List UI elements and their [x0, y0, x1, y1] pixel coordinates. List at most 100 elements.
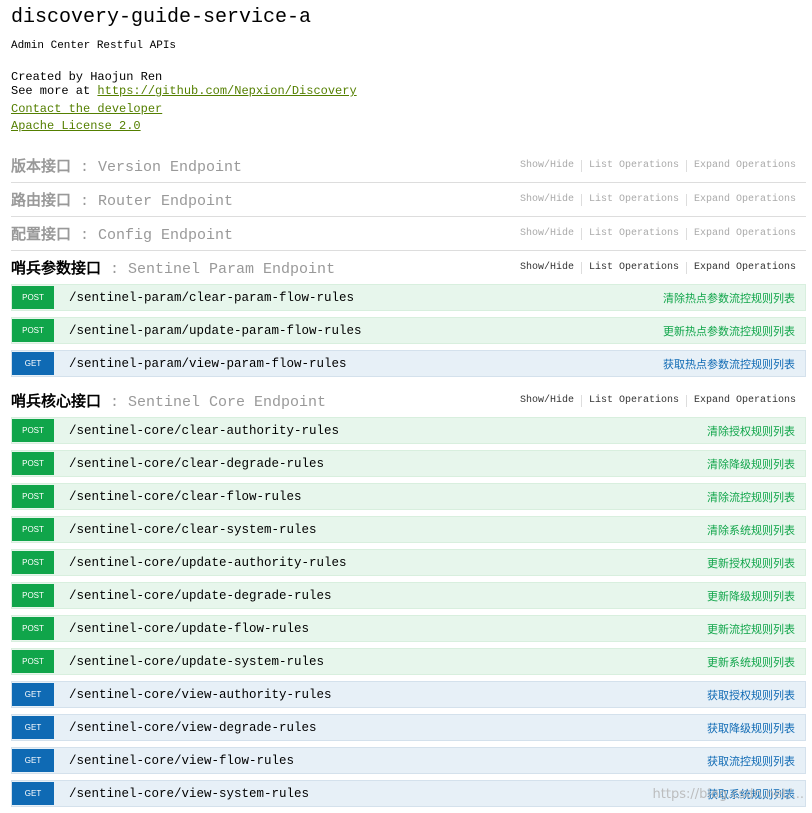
- api-title: discovery-guide-service-a: [11, 6, 312, 29]
- resource-operations-links: Show/Hide List Operations Expand Operati…: [520, 149, 796, 182]
- operation-path[interactable]: /sentinel-core/clear-authority-rules: [69, 424, 339, 438]
- operation-path[interactable]: /sentinel-core/clear-system-rules: [69, 523, 317, 537]
- operation-row[interactable]: POST /sentinel-core/clear-degrade-rules …: [11, 450, 806, 477]
- list-operations-link[interactable]: List Operations: [589, 395, 679, 406]
- expand-operations-link[interactable]: Expand Operations: [694, 194, 796, 205]
- operation-row[interactable]: GET /sentinel-core/view-authority-rules …: [11, 681, 806, 708]
- operation-path[interactable]: /sentinel-core/view-flow-rules: [69, 754, 294, 768]
- operation-row[interactable]: POST /sentinel-param/update-param-flow-r…: [11, 317, 806, 344]
- github-link[interactable]: https://github.com/Nepxion/Discovery: [97, 84, 356, 98]
- contact-developer-link[interactable]: Contact the developer: [11, 101, 801, 118]
- list-operations-link[interactable]: List Operations: [589, 228, 679, 239]
- operations-list: POST /sentinel-core/clear-authority-rule…: [11, 417, 806, 807]
- operation-summary[interactable]: 获取授权规则列表: [707, 687, 795, 703]
- operation-row[interactable]: POST /sentinel-core/clear-system-rules 清…: [11, 516, 806, 543]
- resource-sentinel-param-endpoint: 哨兵参数接口 : Sentinel Param Endpoint Show/Hi…: [11, 251, 806, 383]
- operation-path[interactable]: /sentinel-param/clear-param-flow-rules: [69, 291, 354, 305]
- http-method-badge[interactable]: GET: [12, 716, 54, 739]
- resource-header: 配置接口 : Config Endpoint Show/Hide List Op…: [11, 217, 806, 251]
- operation-summary[interactable]: 更新流控规则列表: [707, 621, 795, 637]
- http-method-badge[interactable]: POST: [12, 452, 54, 475]
- resource-sentinel-core-endpoint: 哨兵核心接口 : Sentinel Core Endpoint Show/Hid…: [11, 384, 806, 813]
- operation-summary[interactable]: 清除热点参数流控规则列表: [663, 290, 795, 306]
- operation-path[interactable]: /sentinel-param/update-param-flow-rules: [69, 324, 362, 338]
- operation-summary[interactable]: 清除系统规则列表: [707, 522, 795, 538]
- operation-summary[interactable]: 更新授权规则列表: [707, 555, 795, 571]
- http-method-badge[interactable]: POST: [12, 617, 54, 640]
- show-hide-link[interactable]: Show/Hide: [520, 262, 574, 273]
- operation-path[interactable]: /sentinel-core/view-system-rules: [69, 787, 309, 801]
- operation-summary[interactable]: 获取热点参数流控规则列表: [663, 356, 795, 372]
- http-method-badge[interactable]: GET: [12, 782, 54, 805]
- resource-title[interactable]: 版本接口 : Version Endpoint: [11, 155, 242, 176]
- http-method-badge[interactable]: POST: [12, 319, 54, 342]
- operation-summary[interactable]: 更新降级规则列表: [707, 588, 795, 604]
- operation-row[interactable]: GET /sentinel-core/view-degrade-rules 获取…: [11, 714, 806, 741]
- operation-path[interactable]: /sentinel-core/update-flow-rules: [69, 622, 309, 636]
- http-method-badge[interactable]: POST: [12, 650, 54, 673]
- http-method-badge[interactable]: POST: [12, 584, 54, 607]
- resource-config-endpoint: 配置接口 : Config Endpoint Show/Hide List Op…: [11, 217, 806, 251]
- operation-summary[interactable]: 获取系统规则列表: [707, 786, 795, 802]
- operation-path[interactable]: /sentinel-core/update-system-rules: [69, 655, 324, 669]
- operation-path[interactable]: /sentinel-core/update-authority-rules: [69, 556, 347, 570]
- expand-operations-link[interactable]: Expand Operations: [694, 228, 796, 239]
- operation-row[interactable]: POST /sentinel-param/clear-param-flow-ru…: [11, 284, 806, 311]
- operation-summary[interactable]: 清除降级规则列表: [707, 456, 795, 472]
- operation-path[interactable]: /sentinel-core/update-degrade-rules: [69, 589, 332, 603]
- operation-summary[interactable]: 获取降级规则列表: [707, 720, 795, 736]
- operation-path[interactable]: /sentinel-core/clear-flow-rules: [69, 490, 302, 504]
- resource-operations-links: Show/Hide List Operations Expand Operati…: [520, 384, 796, 417]
- http-method-badge[interactable]: GET: [12, 683, 54, 706]
- http-method-badge[interactable]: GET: [12, 352, 54, 375]
- http-method-badge[interactable]: POST: [12, 518, 54, 541]
- list-operations-link[interactable]: List Operations: [589, 262, 679, 273]
- operation-row[interactable]: POST /sentinel-core/update-degrade-rules…: [11, 582, 806, 609]
- operation-summary[interactable]: 获取流控规则列表: [707, 753, 795, 769]
- operation-row[interactable]: GET /sentinel-core/view-system-rules 获取系…: [11, 780, 806, 807]
- operation-row[interactable]: POST /sentinel-core/update-authority-rul…: [11, 549, 806, 576]
- operation-path[interactable]: /sentinel-core/view-authority-rules: [69, 688, 332, 702]
- show-hide-link[interactable]: Show/Hide: [520, 194, 574, 205]
- operations-list: POST /sentinel-param/clear-param-flow-ru…: [11, 284, 806, 377]
- license-link[interactable]: Apache License 2.0: [11, 118, 801, 135]
- operation-summary[interactable]: 清除授权规则列表: [707, 423, 795, 439]
- show-hide-link[interactable]: Show/Hide: [520, 160, 574, 171]
- operation-row[interactable]: POST /sentinel-core/clear-flow-rules 清除流…: [11, 483, 806, 510]
- list-operations-link[interactable]: List Operations: [589, 160, 679, 171]
- operation-path[interactable]: /sentinel-param/view-param-flow-rules: [69, 357, 347, 371]
- operation-row[interactable]: GET /sentinel-param/view-param-flow-rule…: [11, 350, 806, 377]
- http-method-badge[interactable]: POST: [12, 551, 54, 574]
- http-method-badge[interactable]: POST: [12, 419, 54, 442]
- expand-operations-link[interactable]: Expand Operations: [694, 160, 796, 171]
- operation-summary[interactable]: 清除流控规则列表: [707, 489, 795, 505]
- resource-header: 路由接口 : Router Endpoint Show/Hide List Op…: [11, 183, 806, 217]
- resource-operations-links: Show/Hide List Operations Expand Operati…: [520, 217, 796, 250]
- resource-header: 哨兵参数接口 : Sentinel Param Endpoint Show/Hi…: [11, 251, 806, 284]
- operation-row[interactable]: POST /sentinel-core/clear-authority-rule…: [11, 417, 806, 444]
- expand-operations-link[interactable]: Expand Operations: [694, 262, 796, 273]
- list-operations-link[interactable]: List Operations: [589, 194, 679, 205]
- expand-operations-link[interactable]: Expand Operations: [694, 395, 796, 406]
- operation-path[interactable]: /sentinel-core/view-degrade-rules: [69, 721, 317, 735]
- operation-summary[interactable]: 更新热点参数流控规则列表: [663, 323, 795, 339]
- operation-row[interactable]: POST /sentinel-core/update-system-rules …: [11, 648, 806, 675]
- operation-row[interactable]: POST /sentinel-core/update-flow-rules 更新…: [11, 615, 806, 642]
- resource-title[interactable]: 配置接口 : Config Endpoint: [11, 223, 233, 244]
- show-hide-link[interactable]: Show/Hide: [520, 228, 574, 239]
- http-method-badge[interactable]: GET: [12, 749, 54, 772]
- operation-path[interactable]: /sentinel-core/clear-degrade-rules: [69, 457, 324, 471]
- see-more-prefix: See more at: [11, 84, 98, 98]
- operation-summary[interactable]: 更新系统规则列表: [707, 654, 795, 670]
- http-method-badge[interactable]: POST: [12, 485, 54, 508]
- resource-router-endpoint: 路由接口 : Router Endpoint Show/Hide List Op…: [11, 183, 806, 217]
- resource-title[interactable]: 路由接口 : Router Endpoint: [11, 189, 233, 210]
- operation-row[interactable]: GET /sentinel-core/view-flow-rules 获取流控规…: [11, 747, 806, 774]
- resource-version-endpoint: 版本接口 : Version Endpoint Show/Hide List O…: [11, 149, 806, 183]
- resource-title[interactable]: 哨兵核心接口 : Sentinel Core Endpoint: [11, 390, 326, 411]
- resource-title[interactable]: 哨兵参数接口 : Sentinel Param Endpoint: [11, 257, 335, 278]
- see-more-line: See more at https://github.com/Nepxion/D…: [11, 84, 801, 98]
- created-by-text: Created by Haojun Ren: [11, 70, 163, 84]
- http-method-badge[interactable]: POST: [12, 286, 54, 309]
- show-hide-link[interactable]: Show/Hide: [520, 395, 574, 406]
